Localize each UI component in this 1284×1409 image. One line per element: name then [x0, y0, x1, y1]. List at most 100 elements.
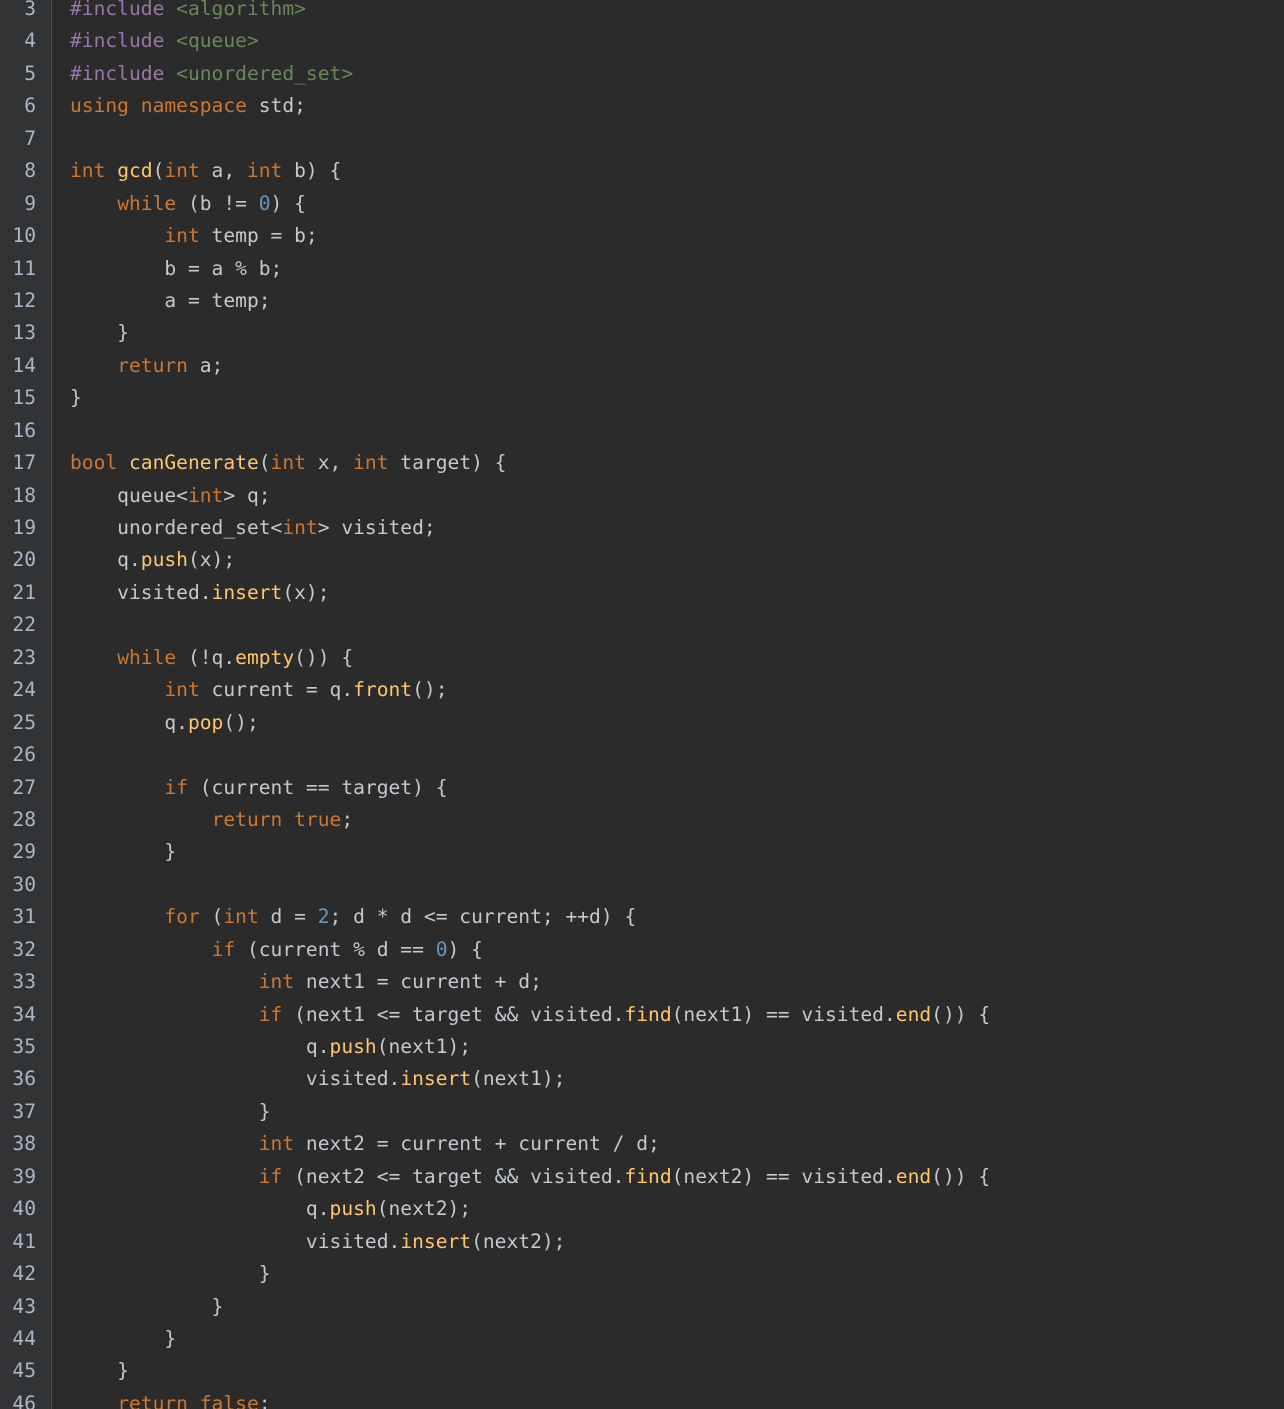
- line-number: 41: [12, 1229, 36, 1253]
- line-number: 25: [12, 710, 36, 734]
- code-line[interactable]: 5 #include <unordered_set>: [0, 58, 1284, 90]
- code-line[interactable]: 43 }: [0, 1291, 1284, 1323]
- code-line[interactable]: 33 int next1 = current + d;: [0, 966, 1284, 998]
- code-line[interactable]: 38 int next2 = current + current / d;: [0, 1128, 1284, 1160]
- code-line[interactable]: 41 visited.insert(next2);: [0, 1226, 1284, 1258]
- code-line[interactable]: 23 while (!q.empty()) {: [0, 642, 1284, 674]
- code-token: }: [70, 386, 82, 410]
- line-code: q.push(next2);: [70, 1193, 471, 1225]
- line-number: 26: [12, 743, 36, 767]
- code-line[interactable]: 28 return true;: [0, 804, 1284, 836]
- code-token: (: [199, 905, 224, 929]
- code-token: ;: [341, 807, 354, 831]
- code-line[interactable]: 3 #include <algorithm>: [0, 0, 1284, 25]
- code-line[interactable]: 26: [0, 739, 1284, 771]
- code-editor[interactable]: 3 #include <algorithm> 4 #include <queue> 5 #…: [0, 0, 1284, 1409]
- line-code: }: [70, 317, 129, 349]
- code-token: if: [258, 1002, 283, 1026]
- line-number: 9: [24, 191, 36, 215]
- line-number: 6: [24, 94, 36, 118]
- code-line[interactable]: 30: [0, 869, 1284, 901]
- code-line[interactable]: 12 a = temp;: [0, 285, 1284, 317]
- code-token: (next1 <= target && visited.: [282, 1002, 625, 1026]
- code-token: using: [70, 94, 129, 118]
- code-line[interactable]: 39 if (next2 <= target && visited.find(n…: [0, 1161, 1284, 1193]
- code-line[interactable]: 15}: [0, 382, 1284, 414]
- code-token: int: [164, 678, 200, 702]
- code-line[interactable]: 44 }: [0, 1323, 1284, 1355]
- code-token: (next1);: [376, 1035, 472, 1058]
- code-line[interactable]: 29 }: [0, 836, 1284, 868]
- code-line[interactable]: 42 }: [0, 1258, 1284, 1290]
- code-line[interactable]: 19 unordered_set<int> visited;: [0, 512, 1284, 544]
- line-code: return a;: [70, 350, 223, 382]
- code-line[interactable]: 40 q.push(next2);: [0, 1193, 1284, 1225]
- code-line[interactable]: 14 return a;: [0, 350, 1284, 382]
- code-line[interactable]: 21 visited.insert(x);: [0, 577, 1284, 609]
- code-line[interactable]: 27 if (current == target) {: [0, 772, 1284, 804]
- code-line[interactable]: 4 #include <queue>: [0, 25, 1284, 57]
- code-token: int: [223, 905, 259, 929]
- code-token: }: [70, 1262, 271, 1286]
- code-line[interactable]: 11 b = a % b;: [0, 253, 1284, 285]
- code-token: q.: [70, 1035, 330, 1058]
- code-line[interactable]: 31 for (int d = 2; d * d <= current; ++d…: [0, 901, 1284, 933]
- code-line[interactable]: 25 q.pop();: [0, 707, 1284, 739]
- code-line[interactable]: 20 q.push(x);: [0, 544, 1284, 576]
- line-code: for (int d = 2; d * d <= current; ++d) {: [70, 901, 636, 933]
- line-number: 17: [12, 451, 36, 475]
- code-token: push: [140, 548, 188, 572]
- code-token: (b !=: [176, 191, 259, 215]
- code-line[interactable]: 7: [0, 123, 1284, 155]
- code-line[interactable]: 13 }: [0, 317, 1284, 349]
- code-line[interactable]: 16: [0, 415, 1284, 447]
- code-line[interactable]: 37 }: [0, 1096, 1284, 1128]
- line-code: q.push(x);: [70, 544, 235, 576]
- line-number: 21: [12, 580, 36, 604]
- code-line[interactable]: 34 if (next1 <= target && visited.find(n…: [0, 999, 1284, 1031]
- code-token: ();: [412, 678, 448, 702]
- code-token: ; d * d <= current; ++d) {: [329, 905, 637, 929]
- code-token: int: [164, 159, 200, 183]
- line-number: 18: [12, 483, 36, 507]
- line-code: #include <algorithm>: [70, 0, 306, 25]
- code-line[interactable]: 6 using namespace std;: [0, 90, 1284, 122]
- code-token: insert: [400, 1229, 472, 1253]
- code-line[interactable]: 18 queue<int> q;: [0, 480, 1284, 512]
- code-token: (next2 <= target && visited.: [282, 1164, 625, 1188]
- code-line[interactable]: 22: [0, 609, 1284, 641]
- code-line[interactable]: 10 int temp = b;: [0, 220, 1284, 252]
- code-token: queue<: [70, 483, 188, 507]
- code-line[interactable]: 17 bool canGenerate(int x, int target) {: [0, 447, 1284, 479]
- code-line[interactable]: 8 int gcd(int a, int b) {: [0, 155, 1284, 187]
- code-line[interactable]: 46 return false;: [0, 1388, 1284, 1409]
- code-token: (: [258, 451, 271, 475]
- code-line[interactable]: 36 visited.insert(next1);: [0, 1063, 1284, 1095]
- code-token: front: [353, 678, 413, 702]
- line-number: 15: [12, 386, 36, 410]
- code-line[interactable]: 24 int current = q.front();: [0, 674, 1284, 706]
- line-number: 31: [12, 905, 36, 929]
- line-code: visited.insert(next1);: [70, 1063, 566, 1095]
- code-line[interactable]: 9 while (b != 0) {: [0, 188, 1284, 220]
- line-code: }: [70, 1291, 224, 1323]
- code-token: true: [294, 807, 342, 831]
- line-number: 42: [12, 1262, 36, 1286]
- code-line[interactable]: 45 }: [0, 1355, 1284, 1387]
- code-line[interactable]: 35 q.push(next1);: [0, 1031, 1284, 1063]
- code-token: d =: [258, 905, 318, 929]
- line-code: a = temp;: [70, 285, 270, 317]
- code-line[interactable]: 32 if (current % d == 0) {: [0, 934, 1284, 966]
- line-code: int next2 = current + current / d;: [70, 1128, 660, 1160]
- code-token: visited.: [70, 580, 212, 604]
